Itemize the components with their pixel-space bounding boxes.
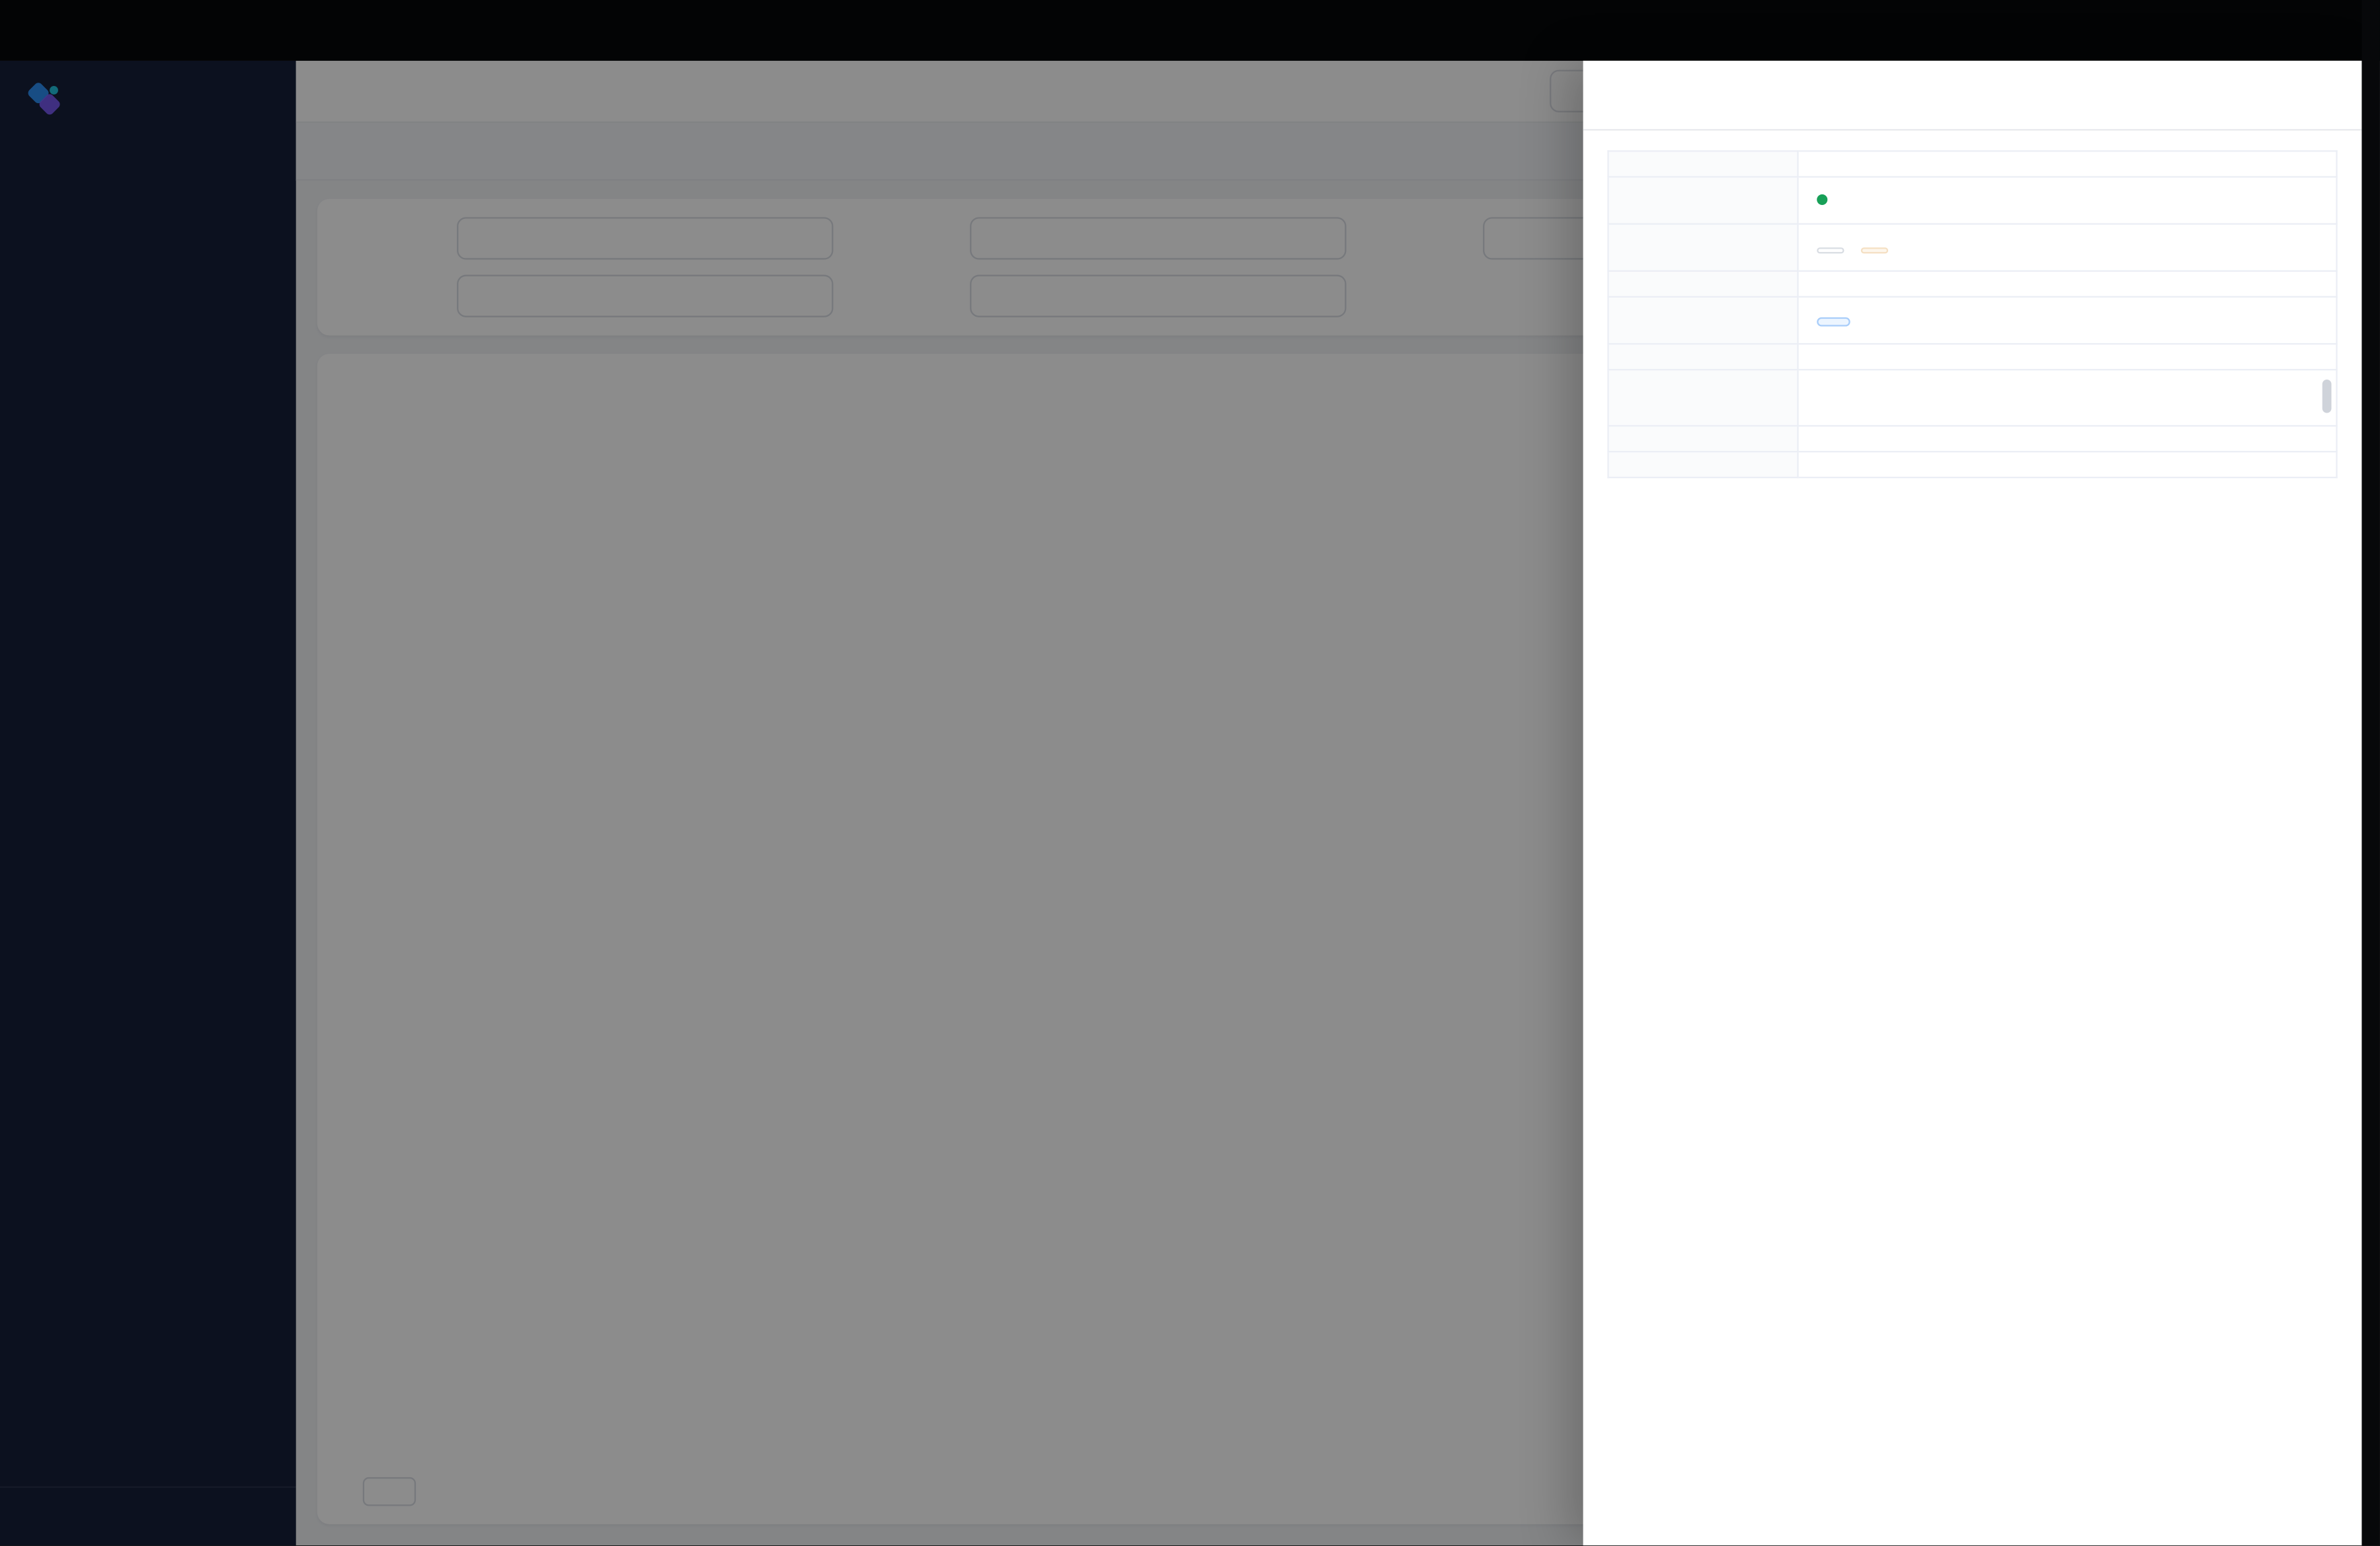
log-detail-drawer	[1583, 61, 2362, 1545]
success-dot	[1817, 194, 1827, 205]
right-strip	[2361, 0, 2380, 1545]
request-info-value	[1798, 297, 2336, 344]
drawer-body	[1583, 130, 2362, 498]
detail-row-request	[1608, 297, 2337, 344]
code-scrollbar	[2322, 380, 2332, 416]
detail-row-module	[1608, 224, 2337, 271]
close-icon[interactable]	[2312, 83, 2334, 106]
detail-row-method	[1608, 344, 2337, 370]
module-tag	[1817, 247, 1844, 253]
duration-value	[1798, 426, 2336, 452]
result-value	[1798, 177, 2336, 224]
screen	[0, 0, 2380, 1545]
detail-row-time	[1608, 452, 2337, 477]
module-value	[1798, 224, 2336, 271]
detail-row-params	[1608, 370, 2337, 426]
export-tag	[1862, 247, 1889, 253]
detail-row-duration	[1608, 426, 2337, 452]
detail-row-log-id	[1608, 151, 2337, 177]
log-id-value	[1798, 151, 2336, 177]
request-params-cell	[1798, 370, 2336, 426]
detail-row-result	[1608, 177, 2337, 224]
code-scrollbar-thumb[interactable]	[2322, 380, 2332, 413]
method-value	[1798, 344, 2336, 370]
detail-row-info	[1608, 271, 2337, 297]
operation-time-value	[1798, 452, 2336, 477]
post-method-tag	[1817, 317, 1850, 327]
operation-info-value	[1798, 271, 2336, 297]
request-params-json	[1817, 383, 2318, 413]
